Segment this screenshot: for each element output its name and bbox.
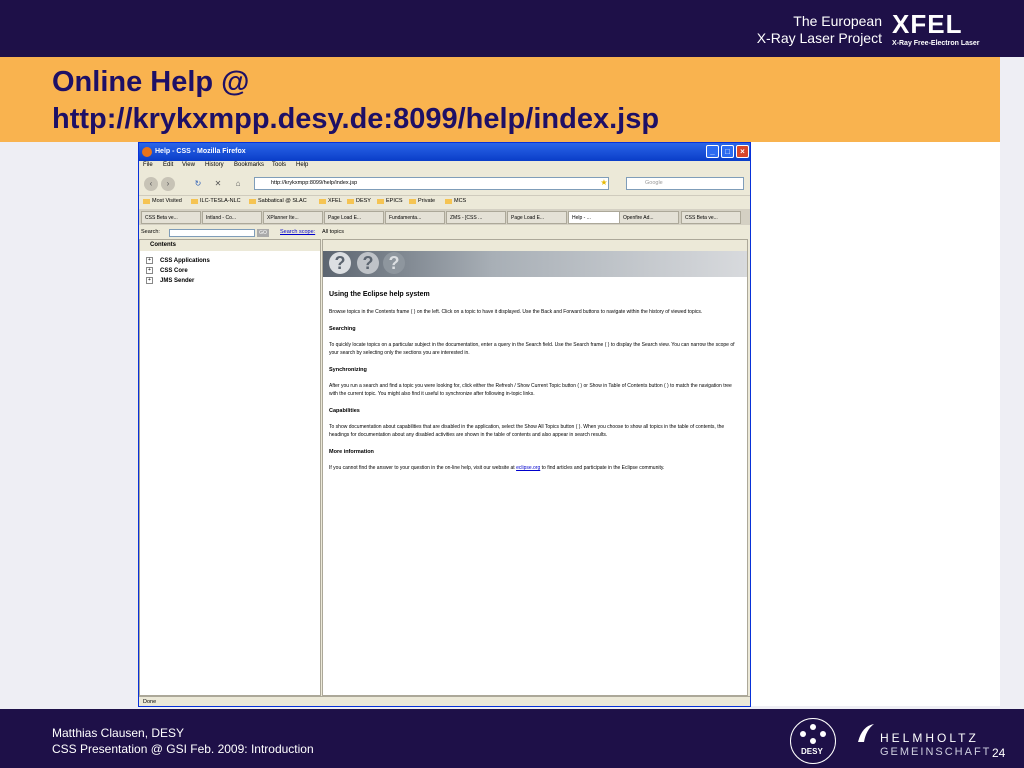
help-content: Using the Eclipse help system Browse top… (329, 284, 741, 472)
question-icon-3: ? (383, 252, 405, 274)
org-line2: X-Ray Laser Project (756, 30, 882, 46)
helmholtz-logo-line2: GEMEINSCHAFT (880, 746, 992, 758)
contents-header: Contents (140, 240, 320, 251)
left-panel (0, 142, 138, 709)
maximize-icon[interactable]: □ (721, 145, 734, 158)
footer-author: Matthias Clausen, DESY (52, 726, 185, 740)
help-paragraph-intro: Browse topics in the Contents frame ( ) … (329, 309, 703, 315)
menu-view[interactable]: View (182, 162, 195, 168)
tab-css-beta-1[interactable]: CSS Beta ve... (141, 211, 201, 224)
contents-pane: Contents CSS Applications CSS Core JMS S… (139, 239, 321, 696)
menu-file[interactable]: File (143, 162, 153, 168)
navigation-toolbar: ‹ › ↻ ✕ ⌂ http://krykxmpp:8099/help/inde… (139, 172, 750, 194)
search-scope-value: All topics (322, 229, 345, 235)
tab-xplanner[interactable]: XPlanner Ite... (263, 211, 323, 224)
eclipse-link[interactable]: eclipse.org (516, 465, 540, 471)
right-stripe (1000, 57, 1024, 709)
help-paragraph-synchronizing: After you run a search and find a topic … (329, 383, 732, 397)
tab-openfire[interactable]: Openfire Ad... (619, 211, 679, 224)
menu-edit[interactable]: Edit (163, 162, 173, 168)
menu-bar: File Edit View History Bookmarks Tools H… (139, 161, 750, 172)
org-name: The European X-Ray Laser Project (690, 13, 882, 47)
search-input[interactable]: Google (626, 177, 744, 190)
help-heading-more: More information (329, 449, 374, 455)
help-heading-searching: Searching (329, 326, 356, 332)
more-text-post: to find articles and participate in the … (540, 465, 665, 471)
tab-intland[interactable]: Intland - Co... (202, 211, 262, 224)
help-heading: Using the Eclipse help system (329, 291, 430, 298)
bookmark-private[interactable]: Private (409, 198, 435, 204)
bookmark-epics[interactable]: EPICS (377, 198, 403, 204)
slide-title-line1: Online Help @ (52, 66, 250, 98)
slide: The European X-Ray Laser Project XFEL X-… (0, 0, 1024, 768)
help-search-bar: Search: GO Search scope: All topics (139, 227, 750, 238)
content-pane: ? ? ? Using the Eclipse help system Brow… (322, 239, 748, 696)
window-title: Help - CSS - Mozilla Firefox (155, 148, 246, 155)
stop-icon[interactable]: ✕ (211, 177, 225, 191)
status-bar: Done (139, 696, 750, 706)
menu-history[interactable]: History (205, 162, 224, 168)
bookmark-desy[interactable]: DESY (347, 198, 371, 204)
help-paragraph-more: If you cannot find the answer to your qu… (329, 464, 741, 472)
xfel-logo-subtitle: X-Ray Free-Electron Laser (892, 40, 980, 47)
more-text-pre: If you cannot find the answer to your qu… (329, 465, 517, 471)
tab-fundamenta[interactable]: Fundamenta... (385, 211, 445, 224)
minimize-icon[interactable]: _ (706, 145, 719, 158)
question-icon: ? (329, 252, 351, 274)
search-scope-link[interactable]: Search scope: (280, 229, 315, 235)
menu-help[interactable]: Help (296, 162, 308, 168)
help-banner: ? ? ? (323, 251, 747, 277)
menu-tools[interactable]: Tools (272, 162, 286, 168)
footer-event: CSS Presentation @ GSI Feb. 2009: Introd… (52, 742, 314, 756)
menu-bookmarks[interactable]: Bookmarks (234, 162, 264, 168)
page-number: 24 (992, 746, 1006, 760)
helmholtz-logo-line1: HELMHOLTZ (880, 731, 979, 745)
window-titlebar: Help - CSS - Mozilla Firefox _ □ × (139, 143, 750, 161)
star-icon[interactable]: ★ (597, 176, 611, 190)
org-line1: The European (793, 13, 882, 29)
tab-page-load-1[interactable]: Page Load E... (324, 211, 384, 224)
back-icon[interactable]: ‹ (144, 177, 158, 191)
slide-title-line2: http://krykxmpp.desy.de:8099/help/index.… (52, 103, 660, 135)
help-heading-capabilities: Capabilities (329, 408, 360, 414)
bookmarks-toolbar: Most Visited ILC-TESLA-NLC Sabbatical @ … (139, 195, 750, 207)
bookmark-most-visited[interactable]: Most Visited (143, 198, 182, 204)
question-icon-2: ? (357, 252, 379, 274)
firefox-icon (142, 147, 152, 157)
tab-css-beta-2[interactable]: CSS Beta ve... (681, 211, 741, 224)
bookmark-xfel[interactable]: XFEL (319, 198, 342, 204)
content-toolbar (323, 240, 747, 251)
tree-item-css-applications[interactable]: CSS Applications (146, 257, 210, 264)
close-icon[interactable]: × (736, 145, 749, 158)
help-search-input[interactable] (169, 229, 255, 237)
search-label: Search: (141, 229, 160, 235)
help-heading-synchronizing: Synchronizing (329, 367, 367, 373)
slide-title: Online Help @ http://krykxmpp.desy.de:80… (52, 64, 952, 138)
tab-zms[interactable]: ZMS - [CSS ... (446, 211, 506, 224)
tab-page-load-2[interactable]: Page Load E... (507, 211, 567, 224)
forward-icon[interactable]: › (161, 177, 175, 191)
home-icon[interactable]: ⌂ (231, 177, 245, 191)
xfel-logo: XFEL (892, 9, 963, 39)
firefox-window: Help - CSS - Mozilla Firefox _ □ × File … (138, 142, 751, 707)
desy-logo: DESY (790, 718, 836, 764)
desy-logo-text: DESY (801, 747, 823, 756)
bookmark-mcs[interactable]: MCS (445, 198, 466, 204)
helmholtz-icon (858, 724, 874, 742)
go-button[interactable]: GO (257, 229, 269, 237)
help-paragraph-searching: To quickly locate topics on a particular… (329, 342, 735, 356)
help-paragraph-capabilities: To show documentation about capabilities… (329, 424, 725, 438)
bookmark-sabbatical[interactable]: Sabbatical @ SLAC (249, 198, 307, 204)
address-bar[interactable]: http://krykxmpp:8099/help/index.jsp (254, 177, 609, 190)
tree-item-css-core[interactable]: CSS Core (146, 267, 188, 274)
reload-icon[interactable]: ↻ (191, 177, 205, 191)
bookmark-ilc[interactable]: ILC-TESLA-NLC (191, 198, 241, 204)
tree-item-jms-sender[interactable]: JMS Sender (146, 277, 194, 284)
tab-strip: CSS Beta ve... Intland - Co... XPlanner … (139, 209, 750, 225)
